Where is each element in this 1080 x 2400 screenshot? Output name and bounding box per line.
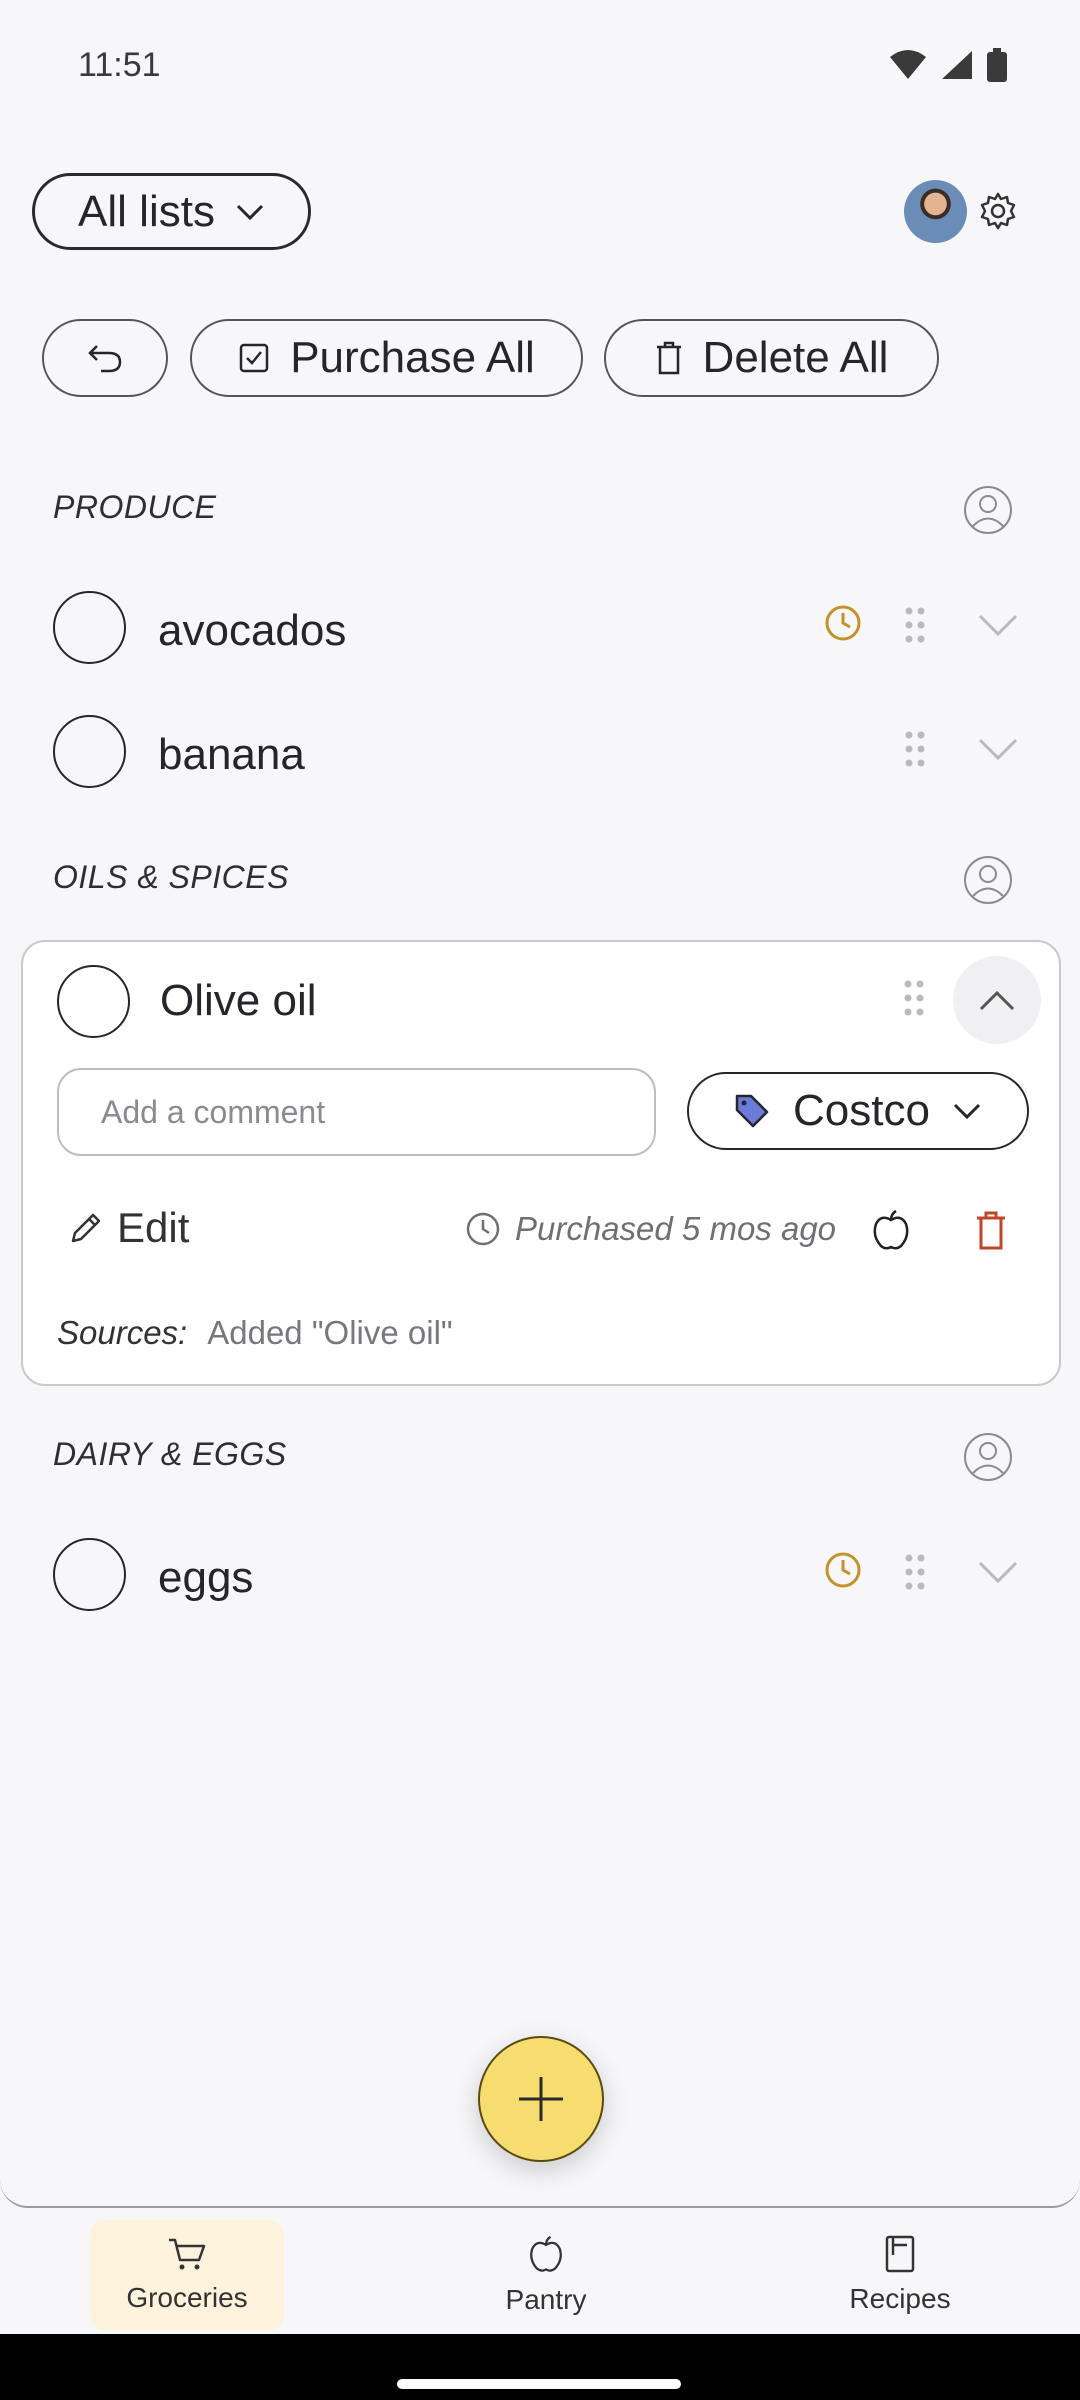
item-label: Olive oil xyxy=(160,976,317,1025)
cart-icon xyxy=(169,2238,206,2270)
drag-handle-icon[interactable] xyxy=(899,978,929,1018)
nav-recipes-label: Recipes xyxy=(849,2283,951,2314)
status-time: 11:51 xyxy=(78,46,161,84)
trash-icon xyxy=(656,341,681,375)
sources-label: Sources: xyxy=(57,1314,188,1351)
trash-icon[interactable] xyxy=(969,1208,1013,1252)
system-gesture-bar xyxy=(0,2334,1080,2400)
chevron-up-icon xyxy=(979,990,1015,1011)
item-checkbox[interactable] xyxy=(53,1538,126,1611)
item-checkbox[interactable] xyxy=(53,591,126,664)
edit-label: Edit xyxy=(117,1204,190,1251)
nav-groceries[interactable]: Groceries xyxy=(90,2220,284,2330)
section-title-oils-spices: OILS & SPICES xyxy=(53,859,289,895)
item-label: eggs xyxy=(158,1553,254,1602)
delete-all-label: Delete All xyxy=(702,333,889,382)
plus-icon xyxy=(519,2077,563,2121)
purchase-history: Purchased 5 mos ago xyxy=(465,1210,836,1248)
clock-icon[interactable] xyxy=(823,1550,863,1590)
apple-icon[interactable] xyxy=(869,1208,913,1252)
list-item[interactable]: banana xyxy=(0,702,1080,802)
clock-icon xyxy=(466,1212,500,1246)
item-checkbox[interactable] xyxy=(57,965,130,1038)
collapse-button[interactable] xyxy=(953,956,1041,1044)
chevron-down-icon xyxy=(236,204,264,220)
chevron-down-icon xyxy=(953,1103,981,1120)
chevron-down-icon[interactable] xyxy=(976,610,1020,640)
item-label: banana xyxy=(158,730,305,779)
add-item-button[interactable] xyxy=(478,2036,604,2162)
clock-icon[interactable] xyxy=(823,603,863,643)
undo-button[interactable] xyxy=(42,319,168,397)
purchased-text: Purchased 5 mos ago xyxy=(515,1210,837,1247)
item-label: avocados xyxy=(158,606,347,655)
status-bar: 11:51 xyxy=(0,0,1080,135)
apple-icon xyxy=(530,2235,562,2272)
item-checkbox[interactable] xyxy=(53,715,126,788)
delete-all-button[interactable]: Delete All xyxy=(604,319,939,397)
wifi-icon xyxy=(890,50,926,79)
user-icon[interactable] xyxy=(963,1432,1013,1482)
signal-icon xyxy=(942,51,972,79)
section-title-dairy-eggs: DAIRY & EGGS xyxy=(53,1436,287,1472)
sources: Sources: Added "Olive oil" xyxy=(57,1314,453,1352)
comment-input[interactable] xyxy=(57,1068,656,1156)
store-dropdown[interactable]: Costco xyxy=(687,1072,1029,1150)
list-selector-dropdown[interactable]: All lists xyxy=(32,173,311,250)
bottom-nav: Groceries Pantry Recipes xyxy=(0,2208,1080,2334)
list-item[interactable]: eggs xyxy=(0,1525,1080,1625)
drag-handle-icon[interactable] xyxy=(900,1552,930,1592)
list-item[interactable]: avocados xyxy=(0,578,1080,678)
home-handle[interactable] xyxy=(397,2379,681,2389)
checkbox-icon xyxy=(239,343,269,373)
edit-button[interactable]: Edit xyxy=(69,1204,189,1252)
drag-handle-icon[interactable] xyxy=(900,729,930,769)
avatar[interactable] xyxy=(904,180,967,243)
sources-value: Added "Olive oil" xyxy=(207,1314,453,1351)
nav-groceries-label: Groceries xyxy=(126,2282,248,2313)
pencil-icon xyxy=(71,1213,101,1243)
nav-pantry-label: Pantry xyxy=(505,2284,587,2315)
book-icon xyxy=(885,2235,915,2273)
drag-handle-icon[interactable] xyxy=(900,605,930,645)
sheet-edge xyxy=(0,2160,1080,2208)
section-title-produce: PRODUCE xyxy=(53,489,217,525)
undo-icon xyxy=(88,345,122,373)
chevron-down-icon[interactable] xyxy=(976,1557,1020,1587)
purchase-all-label: Purchase All xyxy=(290,333,535,382)
user-icon[interactable] xyxy=(963,485,1013,535)
purchase-all-button[interactable]: Purchase All xyxy=(190,319,583,397)
expanded-item-card[interactable]: Olive oil Costco Edit Purchased 5 mos ag… xyxy=(21,940,1061,1386)
gear-icon[interactable] xyxy=(978,191,1018,231)
nav-pantry[interactable]: Pantry xyxy=(449,2220,643,2330)
battery-icon xyxy=(987,48,1007,82)
tag-icon xyxy=(735,1094,769,1128)
status-icons xyxy=(888,48,1008,82)
user-icon[interactable] xyxy=(963,855,1013,905)
nav-recipes[interactable]: Recipes xyxy=(803,2220,997,2330)
list-selector-label: All lists xyxy=(78,186,215,236)
chevron-down-icon[interactable] xyxy=(976,734,1020,764)
store-label: Costco xyxy=(793,1086,930,1135)
